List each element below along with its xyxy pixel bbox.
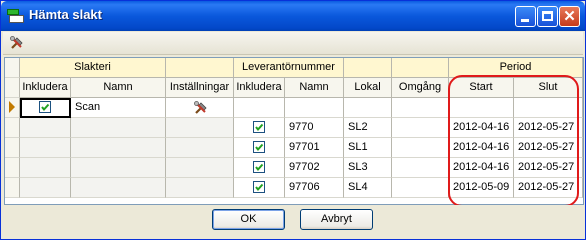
empty-cell	[166, 118, 234, 138]
supplier-slut-cell[interactable]: 2012-05-27	[514, 158, 583, 178]
col-namn-slakteri[interactable]: Namn	[71, 78, 166, 98]
slakteri-include-checkbox[interactable]	[39, 101, 51, 113]
supplier-start-cell[interactable]: 2012-04-16	[449, 158, 514, 178]
empty-cell	[392, 98, 449, 118]
empty-cell	[20, 138, 71, 158]
supplier-lokal-cell[interactable]: SL3	[344, 158, 392, 178]
row-header-current[interactable]	[5, 98, 20, 118]
empty-cell	[20, 158, 71, 178]
empty-cell	[449, 98, 514, 118]
group-lokal	[344, 58, 392, 78]
col-inkludera-leverantor[interactable]: Inkludera	[234, 78, 285, 98]
col-inkludera-slakteri[interactable]: Inkludera	[20, 78, 71, 98]
supplier-name-cell[interactable]: 9770	[285, 118, 344, 138]
maximize-button[interactable]	[537, 6, 558, 27]
supplier-include-checkbox[interactable]	[253, 161, 265, 173]
corner-cell	[5, 58, 20, 78]
data-grid: Slakteri Leverantörnummer Period Inklude…	[4, 57, 584, 205]
empty-cell	[71, 178, 166, 198]
col-namn-leverantor[interactable]: Namn	[285, 78, 344, 98]
supplier-omgang-cell[interactable]	[392, 118, 449, 138]
empty-cell	[20, 118, 71, 138]
supplier-slut-cell[interactable]: 2012-05-27	[514, 118, 583, 138]
dialog-window: Hämta slakt ✕ Slakteri Leverantörnummer …	[0, 0, 586, 240]
supplier-slut-cell[interactable]: 2012-05-27	[514, 138, 583, 158]
supplier-start-cell[interactable]: 2012-05-09	[449, 178, 514, 198]
supplier-omgang-cell[interactable]	[392, 178, 449, 198]
empty-cell	[71, 118, 166, 138]
group-period: Period	[449, 58, 583, 78]
minimize-icon	[521, 19, 529, 22]
window-title: Hämta slakt	[29, 7, 102, 22]
group-settings	[166, 58, 234, 78]
supplier-include-cell[interactable]	[234, 158, 285, 178]
supplier-name-cell[interactable]: 97706	[285, 178, 344, 198]
row-header[interactable]	[5, 138, 20, 158]
col-start[interactable]: Start	[449, 78, 514, 98]
supplier-omgang-cell[interactable]	[392, 138, 449, 158]
button-bar: OK Avbryt	[3, 205, 583, 237]
ok-button[interactable]: OK	[212, 209, 285, 230]
col-installningar[interactable]: Inställningar	[166, 78, 234, 98]
empty-cell	[344, 98, 392, 118]
supplier-slut-cell[interactable]: 2012-05-27	[514, 178, 583, 198]
toolbar	[3, 32, 583, 55]
current-row-arrow-icon	[9, 101, 15, 113]
supplier-lokal-cell[interactable]: SL2	[344, 118, 392, 138]
supplier-name-cell[interactable]: 97702	[285, 158, 344, 178]
row-header[interactable]	[5, 118, 20, 138]
supplier-include-cell[interactable]	[234, 118, 285, 138]
empty-cell	[166, 158, 234, 178]
close-button[interactable]: ✕	[559, 6, 580, 27]
empty-cell	[71, 158, 166, 178]
app-icon	[7, 9, 24, 23]
minimize-button[interactable]	[515, 6, 536, 27]
tools-icon[interactable]	[9, 35, 25, 51]
group-leverantor: Leverantörnummer	[234, 58, 344, 78]
supplier-lokal-cell[interactable]: SL4	[344, 178, 392, 198]
supplier-include-checkbox[interactable]	[253, 121, 265, 133]
supplier-start-cell[interactable]: 2012-04-16	[449, 138, 514, 158]
slakteri-settings-cell[interactable]	[166, 98, 234, 118]
supplier-lokal-cell[interactable]: SL1	[344, 138, 392, 158]
maximize-icon	[542, 11, 553, 21]
empty-cell	[234, 98, 285, 118]
row-header[interactable]	[5, 158, 20, 178]
settings-tools-icon[interactable]	[193, 100, 209, 116]
slakteri-name-cell[interactable]: Scan	[71, 98, 166, 118]
empty-cell	[166, 178, 234, 198]
title-bar[interactable]: Hämta slakt ✕	[1, 1, 585, 31]
supplier-include-checkbox[interactable]	[253, 181, 265, 193]
supplier-name-cell[interactable]: 97701	[285, 138, 344, 158]
row-header[interactable]	[5, 178, 20, 198]
group-slakteri: Slakteri	[20, 58, 166, 78]
empty-cell	[514, 98, 583, 118]
supplier-omgang-cell[interactable]	[392, 158, 449, 178]
supplier-include-cell[interactable]	[234, 178, 285, 198]
row-header	[5, 78, 20, 98]
col-lokal[interactable]: Lokal	[344, 78, 392, 98]
empty-cell	[166, 138, 234, 158]
supplier-include-checkbox[interactable]	[253, 141, 265, 153]
close-icon: ✕	[563, 8, 576, 25]
empty-cell	[71, 138, 166, 158]
group-omgang	[392, 58, 449, 78]
slakteri-include-cell[interactable]	[20, 98, 71, 118]
col-slut[interactable]: Slut	[514, 78, 583, 98]
cancel-button[interactable]: Avbryt	[300, 209, 373, 230]
col-omgang[interactable]: Omgång	[392, 78, 449, 98]
supplier-start-cell[interactable]: 2012-04-16	[449, 118, 514, 138]
supplier-include-cell[interactable]	[234, 138, 285, 158]
empty-cell	[20, 178, 71, 198]
empty-cell	[285, 98, 344, 118]
